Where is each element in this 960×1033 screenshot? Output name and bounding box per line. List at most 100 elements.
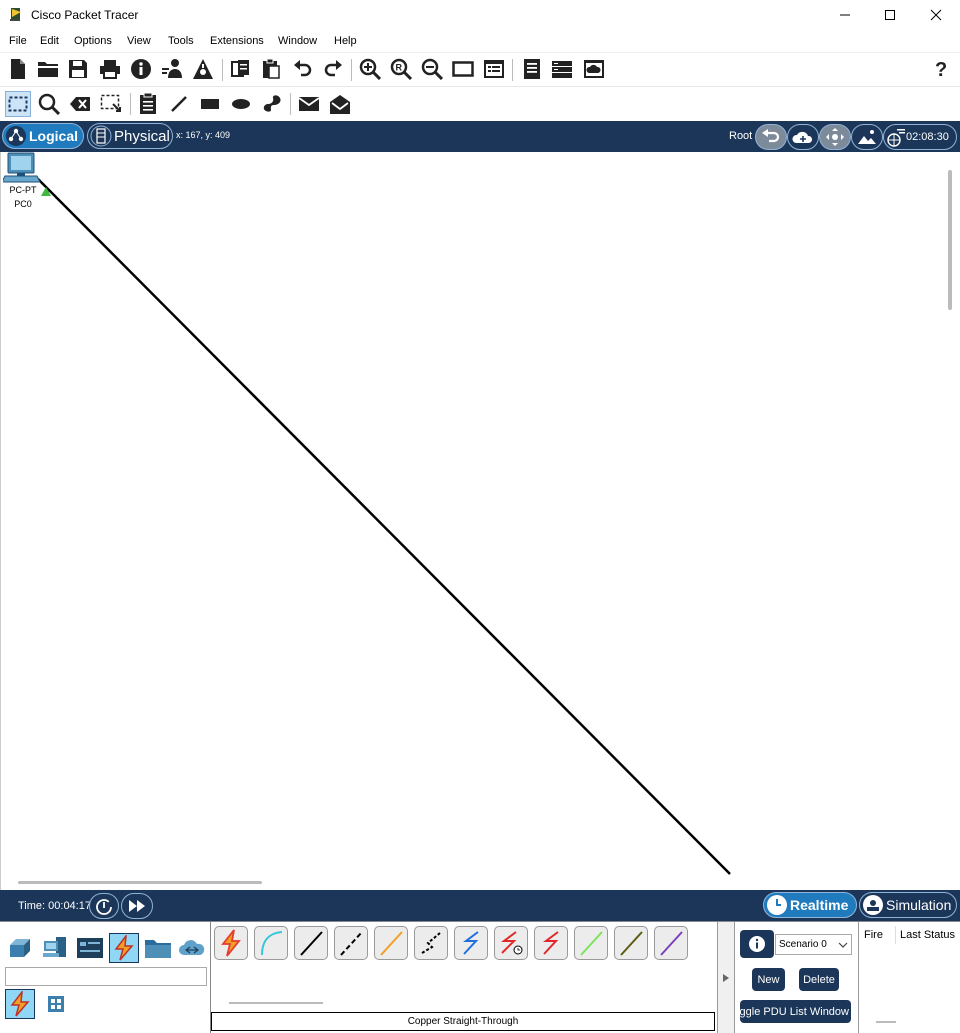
network-link[interactable] bbox=[37, 178, 731, 875]
copper-straight-through-icon[interactable] bbox=[294, 926, 328, 960]
components-icon[interactable] bbox=[75, 933, 105, 963]
complex-pdu-icon[interactable] bbox=[328, 92, 352, 116]
zoom-reset-icon[interactable]: R bbox=[389, 57, 413, 81]
maximize-button[interactable] bbox=[867, 0, 913, 30]
end-devices-icon[interactable] bbox=[41, 933, 71, 963]
logical-workspace[interactable]: PC-PT PC0 bbox=[0, 152, 960, 890]
server-icon[interactable] bbox=[550, 57, 574, 81]
network-devices-icon[interactable] bbox=[6, 933, 36, 963]
select-icon[interactable] bbox=[5, 91, 31, 117]
tools-toolbar bbox=[0, 86, 960, 120]
zoom-in-icon[interactable] bbox=[358, 57, 382, 81]
automatic-cable-icon[interactable] bbox=[214, 926, 248, 960]
root-label[interactable]: Root bbox=[729, 130, 752, 142]
minimize-button[interactable] bbox=[822, 0, 868, 30]
device-pc0[interactable]: PC-PT PC0 bbox=[3, 152, 43, 210]
main-toolbar: R ? bbox=[0, 52, 960, 85]
misc-icon[interactable] bbox=[143, 933, 173, 963]
close-button[interactable] bbox=[913, 0, 959, 30]
menu-help[interactable]: Help bbox=[334, 35, 357, 47]
physical-icon bbox=[90, 125, 112, 147]
fast-forward-icon bbox=[129, 900, 145, 912]
menu-window[interactable]: Window bbox=[278, 35, 317, 47]
connections-sub-icon[interactable] bbox=[5, 989, 35, 1019]
new-scenario-button[interactable]: New bbox=[752, 968, 785, 991]
toggle-pdu-list-button[interactable]: Toggle PDU List Window bbox=[740, 1000, 851, 1023]
horizontal-scrollbar-thumb[interactable] bbox=[18, 881, 262, 884]
power-cycle-button[interactable] bbox=[89, 893, 119, 919]
network-wizard-icon[interactable] bbox=[161, 57, 185, 81]
menu-file[interactable]: File bbox=[9, 35, 27, 47]
print-icon[interactable] bbox=[98, 57, 122, 81]
menu-options[interactable]: Options bbox=[74, 35, 112, 47]
freeform-icon[interactable] bbox=[259, 92, 283, 116]
drawing-palette-icon[interactable] bbox=[451, 57, 475, 81]
redo-icon[interactable] bbox=[321, 57, 345, 81]
rectangle-icon[interactable] bbox=[198, 92, 222, 116]
grid-sub-icon[interactable] bbox=[41, 989, 71, 1019]
coaxial-cable-icon[interactable] bbox=[454, 926, 488, 960]
simple-pdu-icon[interactable] bbox=[297, 92, 321, 116]
new-cluster-button[interactable] bbox=[787, 124, 819, 150]
menu-view[interactable]: View bbox=[127, 35, 151, 47]
activity-wizard-icon[interactable] bbox=[191, 57, 215, 81]
undo-icon[interactable] bbox=[291, 57, 315, 81]
physical-view-button[interactable]: Physical bbox=[87, 123, 173, 149]
iot-custom-cable-icon[interactable] bbox=[614, 926, 648, 960]
multiuser-icon[interactable] bbox=[177, 933, 207, 963]
delete-icon[interactable] bbox=[68, 92, 92, 116]
link-layer bbox=[37, 178, 731, 875]
new-file-icon[interactable] bbox=[6, 57, 30, 81]
octal-cable-icon[interactable] bbox=[574, 926, 608, 960]
toolbar-separator bbox=[290, 93, 291, 115]
fast-forward-button[interactable] bbox=[121, 893, 153, 919]
cable-palette-scroll-thumb[interactable] bbox=[229, 1002, 323, 1004]
open-folder-icon[interactable] bbox=[36, 57, 60, 81]
simulation-mode-button[interactable]: Simulation bbox=[859, 892, 957, 918]
network-globe-icon bbox=[887, 129, 905, 147]
line-icon[interactable] bbox=[167, 92, 191, 116]
menu-edit[interactable]: Edit bbox=[40, 35, 59, 47]
custom-device-icon[interactable] bbox=[482, 57, 506, 81]
connections-icon[interactable] bbox=[109, 933, 139, 963]
save-icon[interactable] bbox=[66, 57, 90, 81]
device-search-field[interactable] bbox=[5, 967, 207, 986]
fiber-cable-icon[interactable] bbox=[374, 926, 408, 960]
console-cable-icon[interactable] bbox=[254, 926, 288, 960]
serial-dte-cable-icon[interactable] bbox=[534, 926, 568, 960]
delete-scenario-button[interactable]: Delete bbox=[799, 968, 839, 991]
scenario-select[interactable]: Scenario 0 bbox=[775, 934, 852, 955]
pdu-info-button[interactable] bbox=[740, 930, 774, 958]
back-button[interactable] bbox=[755, 124, 787, 150]
time-display: Time: 00:04:17 bbox=[18, 900, 91, 912]
usb-cable-icon[interactable] bbox=[654, 926, 688, 960]
set-background-button[interactable] bbox=[851, 124, 883, 150]
cloud-image-icon[interactable] bbox=[582, 57, 606, 81]
menu-extensions[interactable]: Extensions bbox=[210, 35, 264, 47]
resize-shape-icon[interactable] bbox=[99, 92, 123, 116]
app-icon bbox=[10, 8, 21, 21]
logical-view-button[interactable]: Logical bbox=[2, 123, 84, 149]
info-icon[interactable] bbox=[129, 57, 153, 81]
toolbar-separator bbox=[512, 59, 513, 81]
serial-dce-cable-icon[interactable] bbox=[494, 926, 528, 960]
copper-cross-over-icon[interactable] bbox=[334, 926, 368, 960]
column-last-status: Last Status bbox=[900, 929, 956, 941]
phone-cable-icon[interactable] bbox=[414, 926, 448, 960]
panel-collapse-button[interactable] bbox=[717, 922, 735, 1033]
vertical-scrollbar-thumb[interactable] bbox=[948, 170, 952, 310]
viewport-icon[interactable] bbox=[520, 57, 544, 81]
viewport-clock-button[interactable]: 02:08:30 bbox=[883, 124, 957, 150]
realtime-mode-button[interactable]: Realtime bbox=[763, 892, 857, 918]
chevron-right-icon bbox=[723, 973, 729, 982]
zoom-out-icon[interactable] bbox=[420, 57, 444, 81]
paste-icon[interactable] bbox=[259, 57, 283, 81]
menu-tools[interactable]: Tools bbox=[168, 35, 194, 47]
copy-icon[interactable] bbox=[229, 57, 253, 81]
note-icon[interactable] bbox=[136, 92, 160, 116]
move-object-button[interactable] bbox=[819, 124, 851, 150]
ellipse-icon[interactable] bbox=[229, 92, 253, 116]
pdu-list-scroll-thumb[interactable] bbox=[876, 1021, 896, 1023]
question-icon[interactable]: ? bbox=[929, 57, 953, 81]
inspect-icon[interactable] bbox=[37, 92, 61, 116]
